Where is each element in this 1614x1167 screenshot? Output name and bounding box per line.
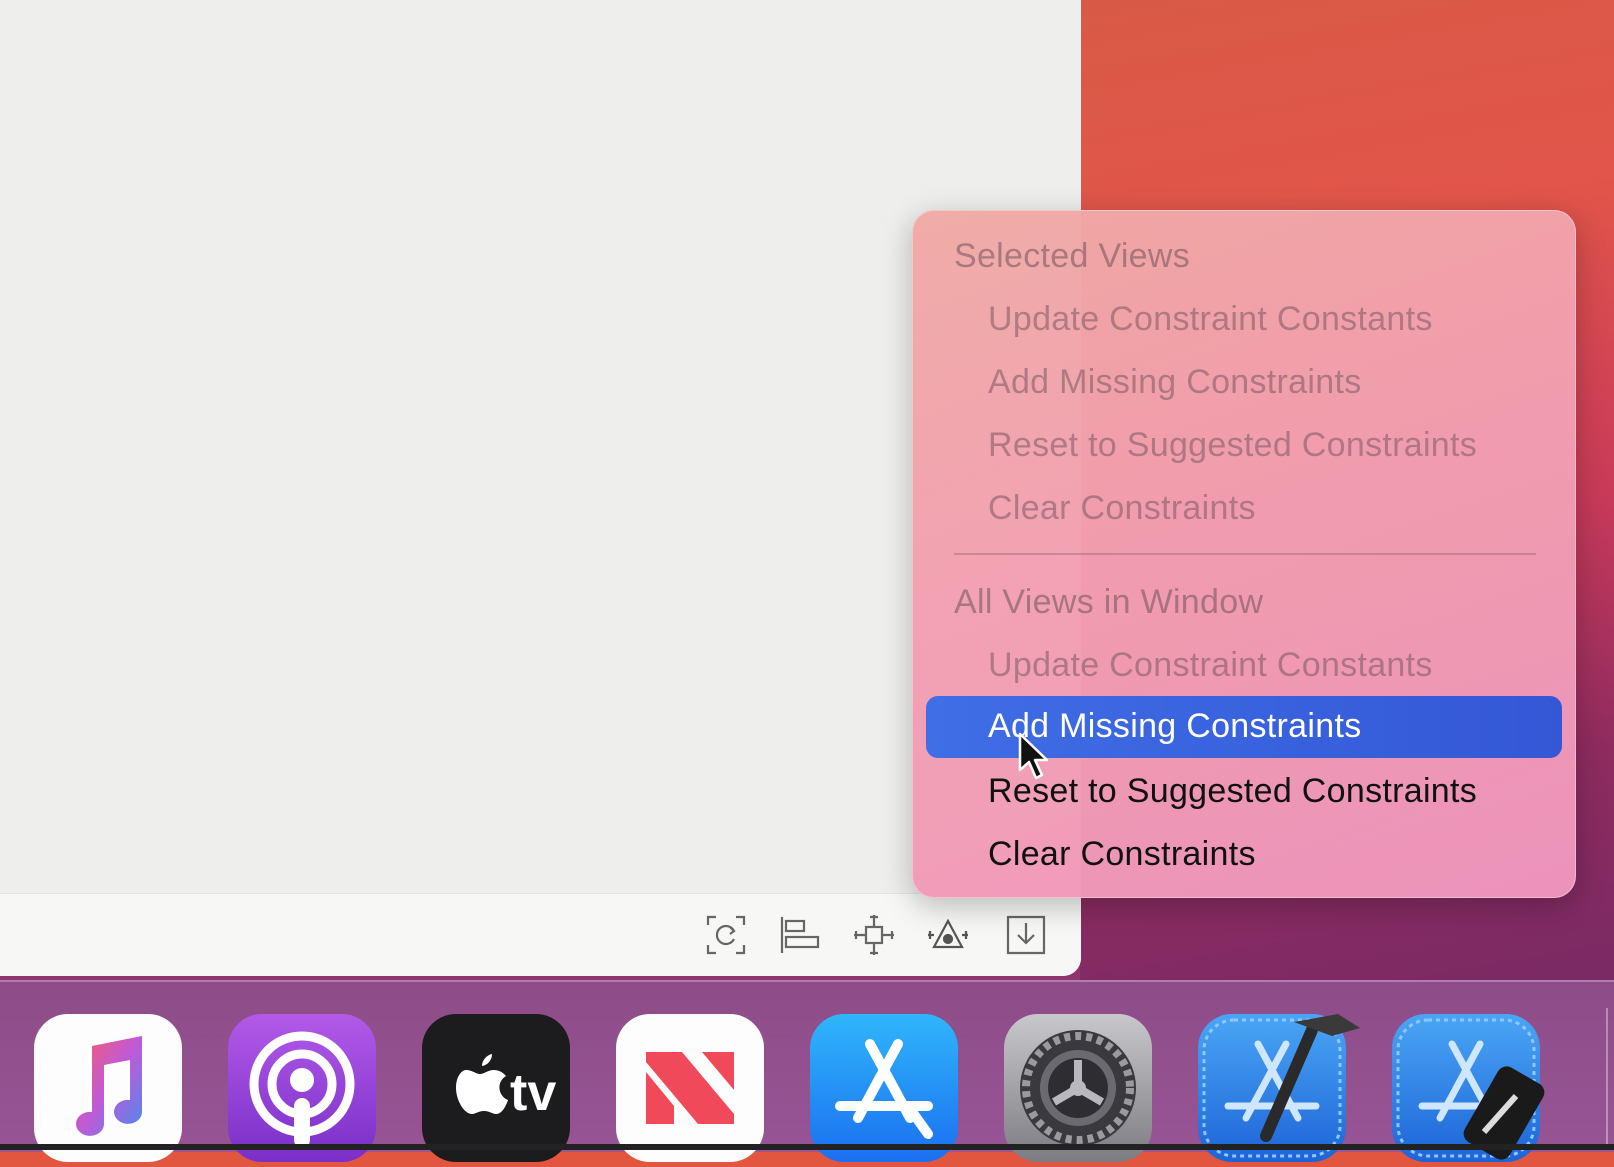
menu-item-label: Reset to Suggested Constraints (988, 426, 1478, 464)
menu-item-clear-constraints-all[interactable]: Clear Constraints (926, 824, 1562, 886)
dock-divider (1606, 1008, 1608, 1150)
menu-item-add-missing-constraints-selected: Add Missing Constraints (926, 352, 1562, 414)
dock-app-system-preferences[interactable] (1004, 1014, 1152, 1162)
menu-item-label: Reset to Suggested Constraints (988, 772, 1478, 810)
menu-section-header-all-views: All Views in Window (954, 583, 1264, 621)
resolve-auto-layout-menu: Selected Views Update Constraint Constan… (912, 210, 1576, 898)
embed-in-icon[interactable] (1004, 913, 1048, 957)
apple-tv-icon: tv (456, 1054, 556, 1122)
app-store-icon (835, 1039, 933, 1139)
menu-item-label: Clear Constraints (988, 835, 1256, 873)
dock-app-tv[interactable]: tv (422, 1014, 570, 1162)
mouse-cursor-icon (1018, 732, 1049, 780)
news-icon (646, 1052, 734, 1124)
menu-item-label: Update Constraint Constants (988, 300, 1433, 338)
align-icon[interactable] (778, 913, 822, 957)
resolve-auto-layout-icon[interactable] (926, 913, 970, 957)
menu-item-reset-suggested-constraints-selected: Reset to Suggested Constraints (926, 415, 1562, 477)
simulator-icon (1396, 1018, 1545, 1160)
add-constraints-icon[interactable] (852, 913, 896, 957)
music-note-icon (76, 1036, 142, 1136)
menu-item-label: Clear Constraints (988, 489, 1256, 527)
dock-app-music[interactable] (34, 1014, 182, 1162)
dock-app-xcode[interactable] (1198, 1014, 1360, 1162)
xcode-icon (1202, 1014, 1360, 1158)
menu-item-label: Add Missing Constraints (988, 363, 1362, 401)
menu-item-clear-constraints-selected: Clear Constraints (926, 478, 1562, 540)
canvas-bottom-bar (0, 893, 1081, 976)
menu-item-update-constraint-constants-all: Update Constraint Constants (926, 635, 1562, 697)
menu-item-update-constraint-constants-selected: Update Constraint Constants (926, 289, 1562, 351)
menu-item-label: Update Constraint Constants (988, 646, 1433, 684)
dock-app-news[interactable] (616, 1014, 764, 1162)
menu-section-header-selected-views: Selected Views (954, 237, 1191, 275)
dock-app-simulator[interactable] (1392, 1014, 1545, 1162)
menu-separator (954, 553, 1536, 555)
svg-text:tv: tv (510, 1064, 556, 1122)
update-frames-icon[interactable] (704, 913, 748, 957)
dock-app-podcasts[interactable] (228, 1014, 376, 1162)
gear-icon (1020, 1030, 1136, 1146)
screen-bottom-edge (0, 1144, 1614, 1150)
podcasts-icon (249, 1031, 355, 1148)
dock-app-app-store[interactable] (810, 1014, 958, 1162)
